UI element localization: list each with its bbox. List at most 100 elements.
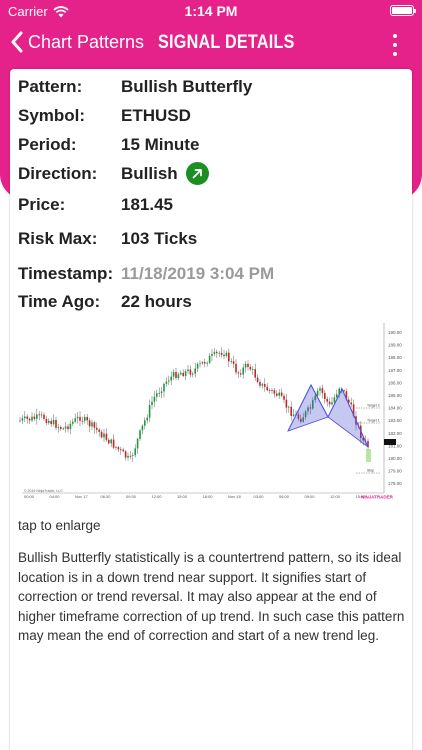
timestamp-value: 11/18/2019 3:04 PM (121, 264, 275, 283)
candle-body (321, 388, 324, 394)
price-tick-label: 184.00 (388, 406, 402, 411)
candle-body (223, 354, 225, 357)
candle-body (336, 394, 338, 398)
candle-body (64, 426, 67, 429)
candle-body (220, 352, 223, 355)
time-tick-label: 12:00 (152, 494, 163, 499)
candle-body (196, 364, 199, 369)
candle-body (170, 376, 172, 381)
candle-body (26, 416, 28, 419)
candle-body (194, 368, 196, 374)
candle-body (328, 401, 331, 405)
candle-body (134, 448, 136, 456)
price-chart[interactable]: 190.00 189.00 188.00 187.00 186.00 185.00 184.… (18, 321, 411, 501)
battery-icon (390, 5, 416, 16)
candle-body (180, 372, 182, 375)
candle-body (84, 416, 86, 421)
navigation-bar: Chart Patterns SIGNAL DETAILS (0, 22, 422, 66)
price-row: Price: 181.45 (18, 195, 173, 215)
candle-body (268, 390, 271, 391)
candle-body (144, 420, 146, 426)
candle-body (288, 406, 290, 408)
candle-body (285, 399, 288, 408)
candle-body (79, 416, 81, 421)
candle-body (228, 352, 230, 362)
period-value: 15 Minute (121, 135, 200, 154)
more-options-icon[interactable] (390, 34, 400, 56)
candle-body (132, 455, 134, 457)
pattern-label: Pattern: (18, 77, 83, 96)
target-annotation: Target 2 (367, 404, 380, 408)
candle-body (112, 439, 115, 448)
price-tick-label: 186.00 (388, 380, 402, 385)
price-tick-label: 183.00 (388, 418, 402, 423)
candle-body (81, 420, 84, 422)
time-ago-value: 22 hours (121, 292, 192, 311)
chart-copyright: © 2019 NinjaTrader, LLC (24, 489, 63, 493)
pattern-value: Bullish Butterfly (121, 77, 253, 96)
candle-body (60, 427, 62, 429)
time-tick-label: 06:00 (279, 494, 290, 499)
candle-body (153, 396, 156, 402)
period-row: Period: 15 Minute (18, 135, 199, 155)
back-button-label: Chart Patterns (28, 31, 145, 52)
candle-body (105, 433, 108, 440)
pattern-description: Bullish Butterfly statistically is a cou… (18, 550, 405, 643)
tap-to-enlarge-hint[interactable]: tap to enlarge (18, 518, 101, 533)
back-button[interactable]: Chart Patterns (10, 31, 144, 53)
candle-body (24, 416, 26, 419)
candle-body (204, 362, 206, 364)
symbol-row: Symbol: ETHUSD (18, 106, 191, 126)
candle-body (278, 392, 280, 396)
candle-body (175, 372, 177, 379)
candle-body (69, 423, 72, 430)
candle-body (151, 401, 153, 406)
candle-body (67, 426, 69, 430)
candle-body (316, 390, 319, 396)
candle-body (21, 418, 24, 421)
symbol-label: Symbol: (18, 106, 86, 125)
direction-row: Direction: Bullish (18, 162, 209, 185)
candle-body (115, 447, 117, 448)
candle-body (129, 455, 132, 457)
candle-body (208, 355, 211, 363)
time-tick-label: 04:00 (50, 494, 61, 499)
direction-label: Direction: (18, 163, 98, 183)
candle-body (264, 384, 266, 387)
candle-body (136, 438, 139, 449)
candle-body (271, 390, 273, 392)
signal-details-card: Pattern: Bullish Butterfly Symbol: ETHUS… (10, 69, 412, 750)
candle-body (292, 414, 295, 416)
period-label: Period: (18, 135, 77, 154)
candle-body (290, 406, 292, 416)
candle-body (100, 431, 103, 438)
direction-value: Bullish (121, 163, 178, 183)
candle-body (259, 381, 261, 386)
candle-body (225, 352, 228, 357)
ninjatrader-logo: NINJATRADER (361, 495, 394, 500)
candle-body (74, 418, 76, 422)
candle-body (139, 430, 141, 439)
time-tick-label: Nov 18 (228, 494, 241, 499)
candle-body (237, 372, 240, 374)
candle-body (273, 390, 276, 394)
time-tick-label: 12:00 (330, 494, 341, 499)
price-tick-label: 187.00 (388, 368, 402, 373)
candle-body (86, 416, 88, 421)
candle-body (28, 418, 31, 421)
status-bar: Carrier 1:14 PM (0, 0, 422, 22)
candle-body (177, 374, 180, 379)
timestamp-row: Timestamp: 11/18/2019 3:04 PM (18, 264, 274, 284)
candle-body (235, 363, 237, 373)
candle-body (31, 416, 33, 421)
candle-body (124, 451, 127, 458)
candle-body (280, 392, 283, 396)
candle-body (350, 402, 352, 405)
price-tick-label: 189.00 (388, 343, 402, 348)
candle-body (38, 414, 40, 416)
candle-body (254, 369, 256, 378)
candle-body (120, 449, 122, 451)
candle-body (192, 373, 194, 375)
price-tick-label: 180.00 (388, 456, 402, 461)
price-tick-label: 182.00 (388, 431, 402, 436)
